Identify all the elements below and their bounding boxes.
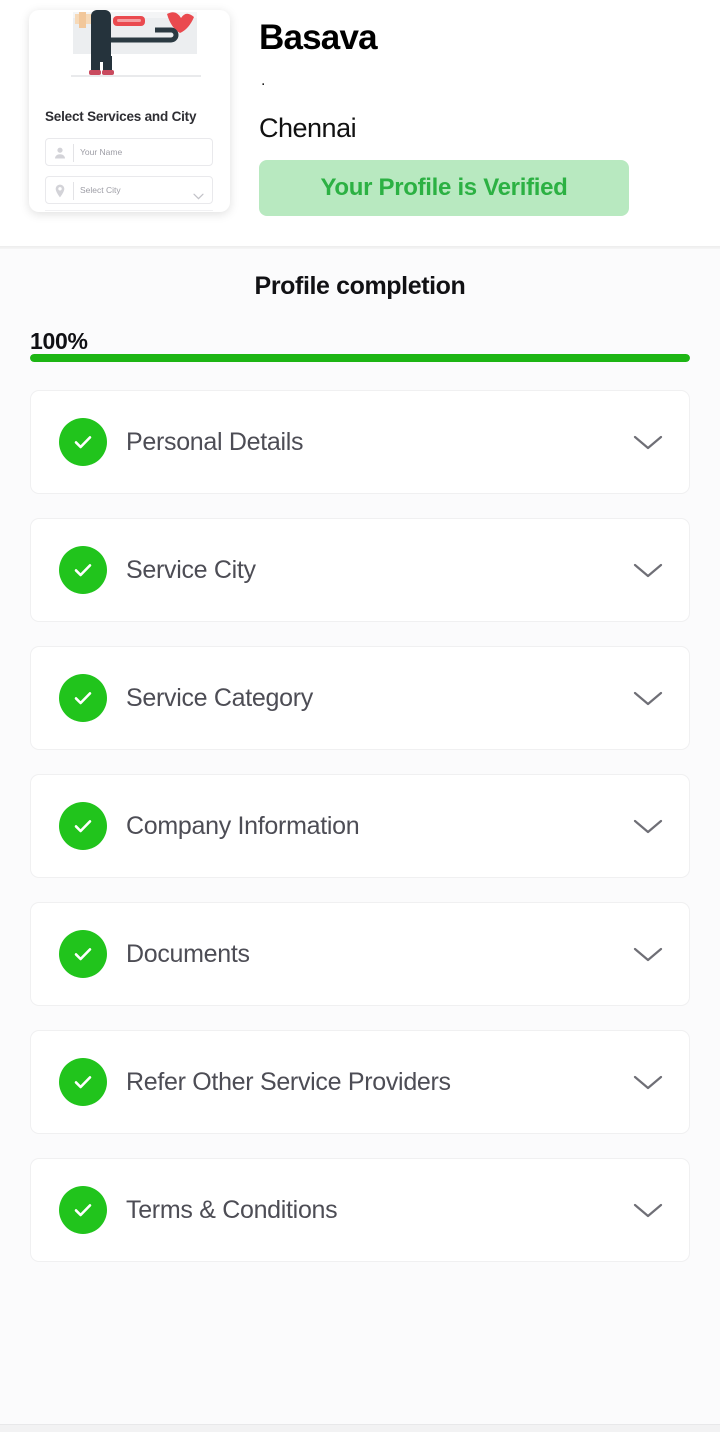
page-title: Profile completion <box>254 272 466 300</box>
chevron-down-icon[interactable] <box>631 560 665 580</box>
check-circle-icon <box>59 1186 107 1234</box>
check-circle-icon <box>59 418 107 466</box>
chevron-down-icon[interactable] <box>631 1072 665 1092</box>
promo-card-title: Select Services and City <box>45 109 197 124</box>
promo-city-field[interactable]: Select City <box>45 176 213 204</box>
promo-name-field[interactable]: Your Name <box>45 138 213 166</box>
bottom-bar <box>0 1424 720 1432</box>
check-circle-icon <box>59 674 107 722</box>
chevron-down-icon[interactable] <box>193 187 204 200</box>
check-circle-icon <box>59 802 107 850</box>
check-circle-icon <box>59 930 107 978</box>
name-city-separator: . <box>261 72 266 89</box>
completion-progress-fill <box>30 354 690 362</box>
chevron-down-icon[interactable] <box>631 1200 665 1220</box>
promo-city-placeholder: Select City <box>80 185 121 195</box>
profile-section-row[interactable]: Terms & Conditions <box>30 1158 690 1262</box>
chevron-down-icon[interactable] <box>631 432 665 452</box>
profile-section-row[interactable]: Documents <box>30 902 690 1006</box>
profile-sections-list: Personal Details Service City Service Cate… <box>30 390 690 1286</box>
profile-section-label: Personal Details <box>126 427 304 456</box>
profile-verified-badge: Your Profile is Verified <box>259 160 629 216</box>
service-illustration <box>29 10 230 90</box>
profile-section-label: Service City <box>126 555 256 584</box>
check-circle-icon <box>59 546 107 594</box>
check-circle-icon <box>59 1058 107 1106</box>
profile-section-label: Documents <box>126 939 250 968</box>
profile-section-label: Service Category <box>126 683 313 712</box>
promo-name-placeholder: Your Name <box>80 147 123 157</box>
chevron-down-icon[interactable] <box>631 816 665 836</box>
chevron-down-icon[interactable] <box>631 944 665 964</box>
profile-section-row[interactable]: Personal Details <box>30 390 690 494</box>
person-icon <box>52 145 68 161</box>
field-divider <box>73 182 74 200</box>
profile-section-label: Terms & Conditions <box>126 1195 338 1224</box>
select-services-promo-card[interactable]: Select Services and City Your Name Selec… <box>29 10 230 212</box>
verified-badge-label: Your Profile is Verified <box>320 174 568 201</box>
completion-progress-bar <box>30 354 690 362</box>
profile-section-row[interactable]: Service City <box>30 518 690 622</box>
profile-section-row[interactable]: Company Information <box>30 774 690 878</box>
profile-completion-section: Profile completion 100% Personal Details… <box>0 249 720 1424</box>
profile-section-label: Refer Other Service Providers <box>126 1067 451 1096</box>
user-name: Basava <box>259 18 378 57</box>
field-divider <box>73 144 74 162</box>
user-city: Chennai <box>259 113 357 143</box>
profile-section-row[interactable]: Refer Other Service Providers <box>30 1030 690 1134</box>
location-pin-icon <box>52 183 68 199</box>
completion-percent-label: 100% <box>30 328 88 354</box>
profile-section-row[interactable]: Service Category <box>30 646 690 750</box>
promo-card-divider <box>45 210 213 211</box>
chevron-down-icon[interactable] <box>631 688 665 708</box>
profile-section-label: Company Information <box>126 811 360 840</box>
profile-header: Select Services and City Your Name Selec… <box>0 0 720 246</box>
